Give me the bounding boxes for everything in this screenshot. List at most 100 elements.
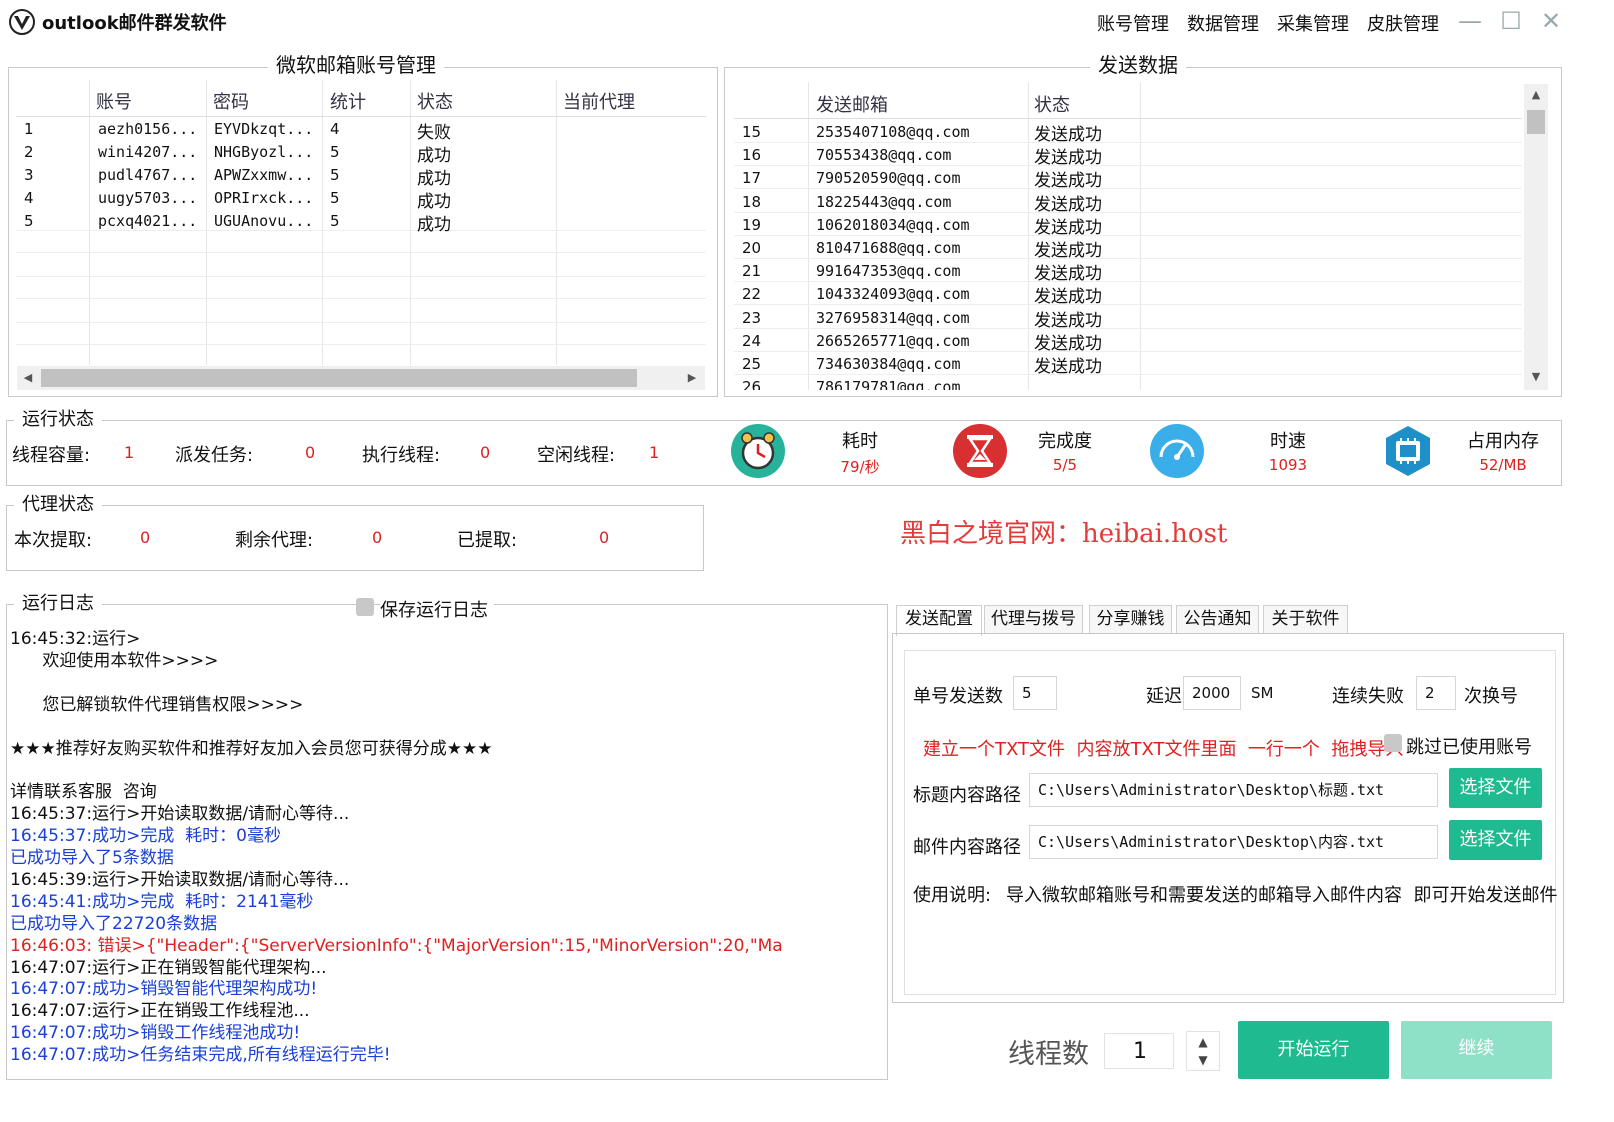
table-row[interactable]: 25 734630384@qq.com 发送成功 <box>734 352 1522 377</box>
save-log-checkbox[interactable] <box>356 598 374 616</box>
thread-count-stepper[interactable]: ▲ ▼ <box>1186 1031 1220 1071</box>
accounts-header-count[interactable]: 统计 <box>330 88 366 114</box>
accounts-table: 账号 密码 统计 状态 当前代理 1 aezh0156... EYVDkzqt...… <box>16 80 706 365</box>
stepper-up-icon[interactable]: ▲ <box>1187 1032 1219 1051</box>
table-row[interactable]: 3 pudl4767... APWZxxmw... 5 成功 <box>16 164 706 189</box>
minimize-icon[interactable]: — <box>1455 6 1485 36</box>
table-row[interactable]: 4 uugy5703... OPRIrxck... 5 成功 <box>16 187 706 212</box>
log-line: 16:47:07:运行>正在销毁智能代理架构... <box>10 957 327 978</box>
skip-used-checkbox[interactable] <box>1384 734 1402 752</box>
table-row[interactable]: 16 70553438@qq.com 发送成功 <box>734 143 1522 168</box>
scroll-right-icon[interactable]: ▶ <box>683 371 701 384</box>
choose-subject-file-button[interactable]: 选择文件 <box>1449 768 1542 808</box>
scroll-left-icon[interactable]: ◀ <box>19 371 37 384</box>
metric-progress-label: 完成度 <box>1038 431 1092 452</box>
menu-skin-management[interactable]: 皮肤管理 <box>1367 10 1439 36</box>
per-account-input[interactable]: 5 <box>1013 676 1057 710</box>
tab-about[interactable]: 关于软件 <box>1263 605 1348 633</box>
delay-input[interactable]: 2000 <box>1183 676 1241 710</box>
subject-path-input[interactable]: C:\Users\Administrator\Desktop\标题.txt <box>1029 773 1438 807</box>
tab-announcement[interactable]: 公告通知 <box>1176 605 1259 633</box>
delay-label: 延迟 <box>1146 686 1182 707</box>
table-row[interactable]: 23 3276958314@qq.com 发送成功 <box>734 306 1522 331</box>
account-row-no: 3 <box>24 166 34 184</box>
run-log-text[interactable]: 16:45:32:运行> 欢迎使用本软件>>>> 您已解锁软件代理销售权限>>>… <box>8 628 884 1076</box>
metric-elapsed-value: 79/秒 <box>840 458 880 476</box>
thread-count-input[interactable]: 1 <box>1104 1033 1174 1069</box>
accounts-header-account[interactable]: 账号 <box>96 88 132 114</box>
menu-account-management[interactable]: 账号管理 <box>1097 10 1169 36</box>
app-title: outlook邮件群发软件 <box>42 13 227 34</box>
scroll-up-icon[interactable]: ▲ <box>1527 88 1545 101</box>
send-data-vscrollbar[interactable]: ▲ ▼ <box>1524 84 1548 390</box>
table-row[interactable]: 1 aezh0156... EYVDkzqt... 4 失败 <box>16 118 706 143</box>
continue-button[interactable]: 继续 <box>1401 1021 1552 1079</box>
tab-proxy-dialup[interactable]: 代理与拨号 <box>984 605 1083 633</box>
scroll-down-icon[interactable]: ▼ <box>1527 370 1545 383</box>
accounts-hscroll-thumb[interactable] <box>41 369 637 387</box>
send-row-no: 15 <box>742 123 762 141</box>
account-row-password: UGUAnovu... <box>214 212 314 230</box>
tab-share-earn[interactable]: 分享赚钱 <box>1089 605 1172 633</box>
choose-body-file-button[interactable]: 选择文件 <box>1449 820 1542 860</box>
table-row[interactable]: 2 wini4207... NHGByozl... 5 成功 <box>16 141 706 166</box>
maximize-icon[interactable]: ☐ <box>1496 6 1526 36</box>
table-row[interactable]: 5 pcxq4021... UGUAnovu... 5 成功 <box>16 210 706 235</box>
account-row-status: 成功 <box>417 146 451 166</box>
thread-capacity-label: 线程容量: <box>12 445 91 466</box>
usage-text: 导入微软邮箱账号和需要发送的邮箱导入邮件内容 即可开始发送邮件 <box>1006 885 1558 906</box>
send-header-email[interactable]: 发送邮箱 <box>816 91 888 117</box>
table-row[interactable]: 18 18225443@qq.com 发送成功 <box>734 190 1522 215</box>
proxy-remaining-value: 0 <box>372 528 383 547</box>
accounts-header-proxy[interactable]: 当前代理 <box>563 88 635 114</box>
log-line: 16:47:07:运行>正在销毁工作线程池... <box>10 1001 310 1022</box>
table-row[interactable]: 20 810471688@qq.com 发送成功 <box>734 236 1522 261</box>
save-log-label[interactable]: 保存运行日志 <box>380 596 494 622</box>
metric-memory-value: 52/MB <box>1479 456 1527 474</box>
accounts-hscrollbar[interactable]: ◀ ▶ <box>17 366 705 390</box>
send-row-no: 25 <box>742 355 762 373</box>
send-row-no: 23 <box>742 308 762 327</box>
account-row-account: pcxq4021... <box>98 212 198 230</box>
table-row[interactable]: 26 786179781@qq.com <box>734 375 1522 390</box>
close-icon[interactable]: ✕ <box>1536 6 1566 36</box>
app-logo-icon <box>9 9 35 35</box>
start-run-button[interactable]: 开始运行 <box>1238 1021 1389 1079</box>
table-row[interactable]: 22 1043324093@qq.com 发送成功 <box>734 282 1522 307</box>
menu-data-management[interactable]: 数据管理 <box>1187 10 1259 36</box>
send-row-email: 1043324093@qq.com <box>816 285 970 304</box>
stepper-down-icon[interactable]: ▼ <box>1187 1051 1219 1070</box>
account-row-status: 成功 <box>417 215 451 235</box>
table-row[interactable]: 17 790520590@qq.com 发送成功 <box>734 166 1522 191</box>
send-data-vscroll-thumb[interactable] <box>1527 110 1545 134</box>
send-row-no: 18 <box>742 192 762 211</box>
log-line: ★★★推荐好友购买软件和推荐好友加入会员您可获得分成★★★ <box>10 738 493 759</box>
accounts-header-status[interactable]: 状态 <box>417 88 453 114</box>
table-row[interactable]: 15 2535407108@qq.com 发送成功 <box>734 120 1522 145</box>
menu-collect-management[interactable]: 采集管理 <box>1277 10 1349 36</box>
table-row[interactable]: 21 991647353@qq.com 发送成功 <box>734 259 1522 284</box>
proxy-extract-value: 0 <box>140 528 151 547</box>
tab-send-config[interactable]: 发送配置 <box>896 605 982 636</box>
send-row-email: 810471688@qq.com <box>816 239 961 257</box>
body-path-input[interactable]: C:\Users\Administrator\Desktop\内容.txt <box>1029 825 1438 859</box>
send-row-email: 734630384@qq.com <box>816 355 961 373</box>
log-line: 详情联系客服 咨询 <box>10 782 157 803</box>
account-row-password: EYVDkzqt... <box>214 120 314 138</box>
account-row-account: wini4207... <box>98 143 198 161</box>
accounts-header-password[interactable]: 密码 <box>213 88 249 114</box>
alarm-clock-icon <box>731 424 785 478</box>
send-data-group-title: 发送数据 <box>1090 53 1186 77</box>
send-header-status[interactable]: 状态 <box>1034 91 1070 117</box>
fail-input[interactable]: 2 <box>1416 676 1456 710</box>
log-line: 16:47:07:成功>销毁智能代理架构成功! <box>10 979 318 1000</box>
send-row-no: 21 <box>742 262 762 281</box>
website-text[interactable]: 黑白之境官网：heibai.host <box>900 513 1227 550</box>
table-row[interactable]: 24 2665265771@qq.com 发送成功 <box>734 329 1522 354</box>
table-row[interactable]: 19 1062018034@qq.com 发送成功 <box>734 213 1522 238</box>
log-line: 16:47:07:成功>销毁工作线程池成功! <box>10 1023 301 1044</box>
send-row-email: 2665265771@qq.com <box>816 331 970 350</box>
account-row-password: NHGByozl... <box>214 143 314 161</box>
log-line: 16:45:39:运行>开始读取数据/请耐心等待... <box>10 869 350 890</box>
skip-used-label[interactable]: 跳过已使用账号 <box>1406 733 1532 759</box>
